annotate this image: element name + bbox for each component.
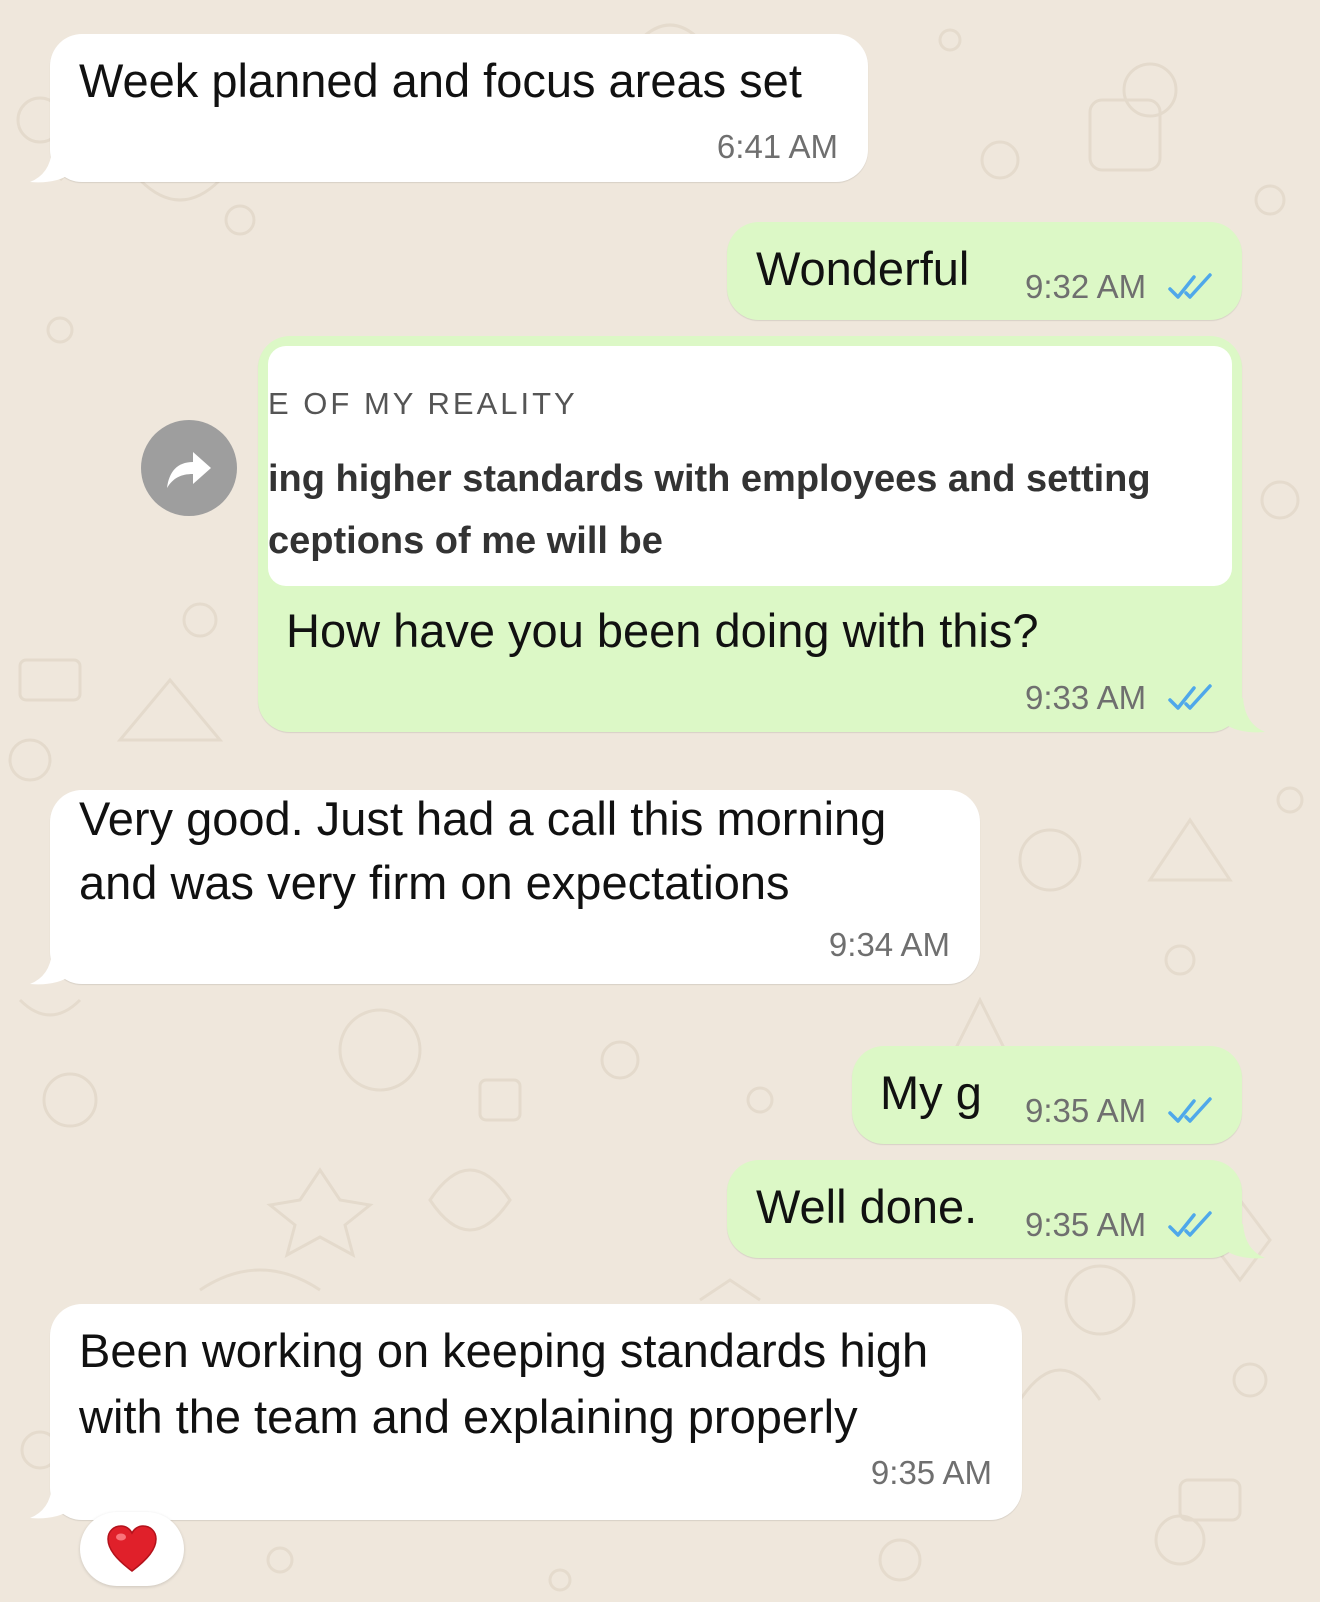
message-timestamp: 6:41 AM [716, 128, 838, 165]
message-timestamp: 9:35 AM [870, 1454, 992, 1491]
message-reaction[interactable] [80, 1512, 184, 1586]
outgoing-message[interactable]: Well done. 9:35 AM [727, 1160, 1242, 1258]
message-text: My g [880, 1066, 982, 1119]
message-timestamp: 9:32 AM [1025, 268, 1147, 305]
forward-button[interactable] [141, 420, 237, 516]
quote-heading: E OF MY REALITY [268, 386, 578, 421]
quoted-screenshot[interactable]: E OF MY REALITY ing higher standards wit… [268, 346, 1232, 586]
message-text: Week planned and focus areas set [79, 54, 802, 107]
outgoing-message[interactable]: My g 9:35 AM [852, 1046, 1242, 1144]
quote-line: ceptions of me will be [268, 520, 663, 562]
bubble-tail [30, 952, 70, 985]
outgoing-message[interactable]: Wonderful 9:32 AM [727, 222, 1242, 320]
message-text: How have you been doing with this? [286, 604, 1039, 657]
message-timestamp: 9:33 AM [1025, 679, 1147, 716]
heart-icon [107, 1525, 157, 1572]
message-text: and was very firm on expectations [79, 856, 790, 909]
double-check-icon [1168, 684, 1212, 710]
incoming-message[interactable]: Week planned and focus areas set 6:41 AM [50, 34, 868, 182]
message-timestamp: 9:35 AM [1025, 1206, 1147, 1243]
double-check-icon [1168, 273, 1212, 299]
bubble-tail [30, 150, 70, 183]
message-text: Very good. Just had a call this morning [79, 792, 887, 845]
incoming-message[interactable]: Very good. Just had a call this morning … [50, 790, 980, 984]
message-text: Been working on keeping standards high [79, 1324, 929, 1377]
bubble-tail [30, 1486, 70, 1519]
message-timestamp: 9:34 AM [828, 926, 950, 963]
message-text: Wonderful [756, 242, 970, 295]
bubble-tail [1225, 698, 1265, 733]
message-timestamp: 9:35 AM [1025, 1092, 1147, 1129]
message-text: Well done. [756, 1180, 978, 1233]
message-text: with the team and explaining properly [79, 1390, 858, 1443]
double-check-icon [1168, 1097, 1212, 1123]
quote-line: ing higher standards with employees and … [268, 458, 1151, 500]
incoming-message[interactable]: Been working on keeping standards high w… [50, 1304, 1022, 1520]
forward-arrow-icon [167, 452, 211, 488]
double-check-icon [1168, 1211, 1212, 1237]
outgoing-message-with-quote[interactable]: E OF MY REALITY ing higher standards wit… [258, 336, 1242, 732]
bubble-tail [1225, 1224, 1265, 1259]
